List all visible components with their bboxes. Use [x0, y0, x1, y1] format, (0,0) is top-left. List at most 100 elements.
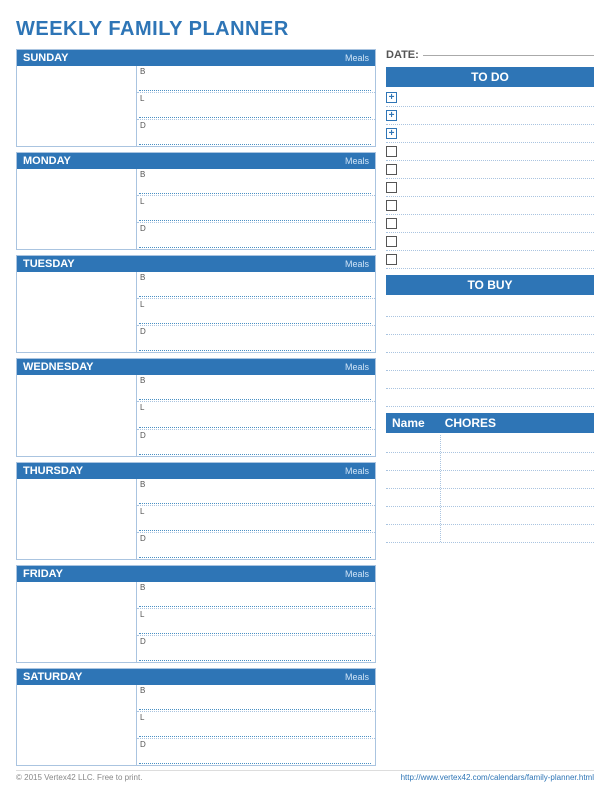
- meals-label: Meals: [345, 362, 369, 372]
- todo-header: TO DO: [386, 67, 594, 87]
- todo-item[interactable]: +: [386, 125, 594, 143]
- chore-name-cell[interactable]: [386, 435, 441, 452]
- chores-section: Name CHORES: [386, 413, 594, 766]
- meal-row[interactable]: D: [137, 223, 375, 249]
- day-content: BLD: [17, 685, 375, 765]
- todo-item[interactable]: +: [386, 107, 594, 125]
- todo-checkbox[interactable]: [386, 236, 397, 247]
- day-meals: BLD: [137, 272, 375, 352]
- day-meals: BL D: [137, 169, 375, 249]
- chores-row[interactable]: [386, 525, 594, 543]
- meal-row[interactable]: L: [137, 196, 375, 223]
- meal-row[interactable]: D: [137, 120, 375, 146]
- meal-row[interactable]: D: [137, 430, 375, 456]
- day-header-saturday: SATURDAYMeals: [17, 669, 375, 685]
- tobuy-line[interactable]: [386, 335, 594, 353]
- meal-row[interactable]: D: [137, 326, 375, 352]
- todo-item[interactable]: [386, 197, 594, 215]
- todo-checkbox[interactable]: [386, 254, 397, 265]
- day-name: WEDNESDAY: [23, 361, 94, 373]
- meal-line: [139, 144, 371, 145]
- day-name: THURSDAY: [23, 465, 83, 477]
- todo-item[interactable]: +: [386, 89, 594, 107]
- chores-row[interactable]: [386, 507, 594, 525]
- day-notes[interactable]: [17, 66, 137, 146]
- day-name: FRIDAY: [23, 568, 63, 580]
- meal-row[interactable]: B: [137, 685, 375, 712]
- day-block-sunday: SUNDAYMealsBLD: [16, 49, 376, 147]
- day-content: BL D: [17, 169, 375, 249]
- day-block-thursday: THURSDAYMealsBLD: [16, 462, 376, 560]
- todo-item[interactable]: [386, 215, 594, 233]
- tobuy-header: TO BUY: [386, 275, 594, 295]
- meal-label: L: [140, 403, 144, 412]
- meal-row[interactable]: B: [137, 272, 375, 299]
- meal-row[interactable]: D: [137, 636, 375, 662]
- chore-task-cell[interactable]: [441, 453, 594, 470]
- tobuy-line[interactable]: [386, 389, 594, 407]
- day-header-friday: FRIDAYMeals: [17, 566, 375, 582]
- day-notes[interactable]: [17, 375, 137, 455]
- chores-label: CHORES: [445, 416, 496, 430]
- todo-checkbox[interactable]: +: [386, 92, 397, 103]
- todo-item[interactable]: [386, 143, 594, 161]
- meal-row[interactable]: L: [137, 402, 375, 429]
- chore-task-cell[interactable]: [441, 507, 594, 524]
- meal-row[interactable]: B: [137, 66, 375, 93]
- day-notes[interactable]: [17, 169, 137, 249]
- chores-row[interactable]: [386, 489, 594, 507]
- todo-checkbox[interactable]: +: [386, 128, 397, 139]
- todo-item[interactable]: [386, 161, 594, 179]
- day-notes[interactable]: [17, 272, 137, 352]
- meal-row[interactable]: B: [137, 375, 375, 402]
- meal-line: [139, 503, 371, 504]
- day-meals: BLD: [137, 66, 375, 146]
- meal-row[interactable]: D: [137, 739, 375, 765]
- day-meals: BL D: [137, 375, 375, 455]
- meal-row[interactable]: L: [137, 712, 375, 739]
- meal-row[interactable]: B: [137, 169, 375, 196]
- chores-row[interactable]: [386, 435, 594, 453]
- chore-task-cell[interactable]: [441, 489, 594, 506]
- chore-name-cell[interactable]: [386, 489, 441, 506]
- meal-row[interactable]: D: [137, 533, 375, 559]
- meal-label: L: [140, 197, 144, 206]
- chore-task-cell[interactable]: [441, 525, 594, 542]
- meal-row[interactable]: L: [137, 506, 375, 533]
- todo-checkbox[interactable]: [386, 164, 397, 175]
- meal-label: D: [140, 121, 146, 130]
- tobuy-line[interactable]: [386, 317, 594, 335]
- meal-row[interactable]: L: [137, 93, 375, 120]
- meal-row[interactable]: B: [137, 479, 375, 506]
- todo-checkbox[interactable]: [386, 218, 397, 229]
- todo-checkbox[interactable]: +: [386, 110, 397, 121]
- meal-line: [139, 90, 371, 91]
- todo-checkbox[interactable]: [386, 146, 397, 157]
- todo-checkbox[interactable]: [386, 182, 397, 193]
- meal-row[interactable]: L: [137, 299, 375, 326]
- chore-task-cell[interactable]: [441, 435, 594, 452]
- todo-item[interactable]: [386, 233, 594, 251]
- chores-row[interactable]: [386, 453, 594, 471]
- chore-name-cell[interactable]: [386, 507, 441, 524]
- meal-line: [139, 117, 371, 118]
- main-layout: SUNDAYMealsBLDMONDAYMealsBLDTUESDAYMeals…: [16, 49, 594, 766]
- chore-task-cell[interactable]: [441, 471, 594, 488]
- meal-line: [139, 736, 371, 737]
- meal-row[interactable]: L: [137, 609, 375, 636]
- day-header-monday: MONDAYMeals: [17, 153, 375, 169]
- chore-name-cell[interactable]: [386, 525, 441, 542]
- day-notes[interactable]: [17, 479, 137, 559]
- chore-name-cell[interactable]: [386, 453, 441, 470]
- tobuy-line[interactable]: [386, 353, 594, 371]
- todo-checkbox[interactable]: [386, 200, 397, 211]
- day-notes[interactable]: [17, 685, 137, 765]
- tobuy-line[interactable]: [386, 299, 594, 317]
- day-notes[interactable]: [17, 582, 137, 662]
- chore-name-cell[interactable]: [386, 471, 441, 488]
- meal-row[interactable]: B: [137, 582, 375, 609]
- todo-item[interactable]: [386, 179, 594, 197]
- tobuy-line[interactable]: [386, 371, 594, 389]
- todo-item[interactable]: [386, 251, 594, 269]
- chores-row[interactable]: [386, 471, 594, 489]
